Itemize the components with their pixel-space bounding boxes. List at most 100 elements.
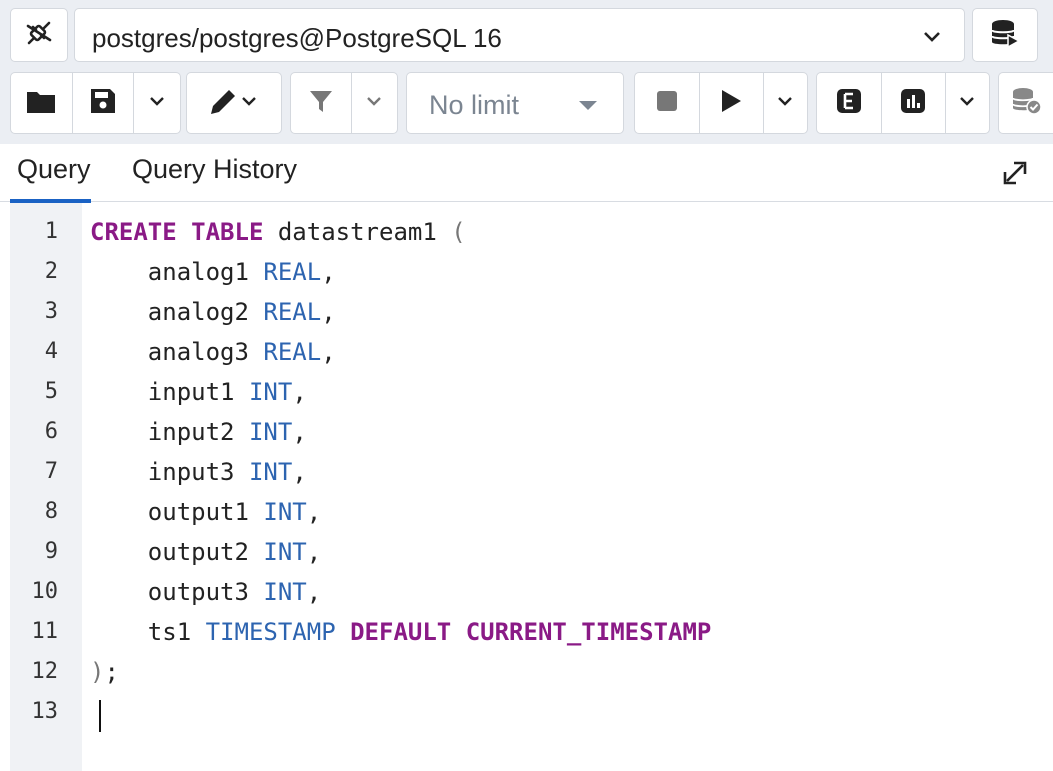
connection-plug-icon	[22, 16, 56, 55]
code-token: REAL	[263, 298, 322, 326]
save-icon	[90, 88, 116, 119]
line-number: 10	[31, 579, 59, 604]
row-limit-select[interactable]: No limit	[406, 72, 624, 134]
code-token: ,	[292, 378, 307, 406]
line-number: 7	[44, 459, 58, 484]
explain-button[interactable]	[817, 73, 883, 133]
code-token: analog2	[90, 298, 264, 326]
transaction-group	[998, 72, 1053, 134]
execute-button[interactable]	[700, 73, 764, 133]
pencil-icon	[207, 86, 261, 121]
database-server-icon	[988, 16, 1022, 55]
line-number: 6	[44, 419, 58, 444]
code-token: analog3	[90, 338, 264, 366]
code-token: INT	[263, 498, 307, 526]
tab-query[interactable]: Query	[10, 144, 91, 203]
code-token: ;	[104, 658, 119, 686]
explain-options-button[interactable]	[946, 73, 989, 133]
code-token: INT	[248, 378, 293, 406]
code-line[interactable]: input1 INT,	[90, 372, 307, 412]
stop-icon	[655, 89, 679, 118]
code-token: INT	[248, 418, 293, 446]
line-number: 4	[44, 339, 58, 364]
code-token: )	[90, 658, 105, 686]
code-token: ,	[292, 458, 307, 486]
code-line[interactable]: analog2 REAL,	[90, 292, 336, 332]
edit-button[interactable]	[187, 73, 281, 133]
filter-options-button[interactable]	[352, 73, 397, 133]
code-token: INT	[248, 458, 293, 486]
execute-group	[634, 72, 808, 134]
code-token: TIMESTAMP	[205, 618, 336, 646]
filter-group	[290, 72, 398, 134]
chevron-down-icon	[365, 92, 383, 115]
chevron-down-icon	[958, 92, 976, 115]
line-number: 13	[31, 699, 59, 724]
code-token: output1	[90, 498, 264, 526]
code-token: datastream1	[263, 218, 452, 246]
code-line[interactable]: output2 INT,	[90, 532, 321, 572]
execute-options-button[interactable]	[764, 73, 807, 133]
expand-icon[interactable]	[1000, 154, 1030, 193]
code-token: input2	[90, 418, 249, 446]
explain-analyze-button[interactable]	[882, 73, 946, 133]
code-token: (	[451, 218, 466, 246]
code-line[interactable]: ts1 TIMESTAMP DEFAULT CURRENT_TIMESTAMP	[90, 612, 712, 652]
code-token: ,	[292, 418, 307, 446]
line-number-gutter: 1 2 3 4 5 6 7 8 9 10 11 12 13	[10, 203, 82, 771]
code-line[interactable]: output1 INT,	[90, 492, 321, 532]
code-line[interactable]: );	[90, 652, 119, 692]
code-token: output2	[90, 538, 264, 566]
open-file-button[interactable]	[11, 73, 73, 133]
query-toolbar: No limit	[0, 64, 1053, 144]
code-token: ts1	[90, 618, 206, 646]
code-token: input3	[90, 458, 249, 486]
line-number: 8	[44, 499, 58, 524]
code-line[interactable]: input2 INT,	[90, 412, 307, 452]
code-line[interactable]: analog3 REAL,	[90, 332, 336, 372]
code-token: input1	[90, 378, 249, 406]
tab-query-label: Query	[17, 154, 91, 184]
code-token: output3	[90, 578, 264, 606]
line-number: 2	[44, 259, 58, 284]
save-options-button[interactable]	[134, 73, 180, 133]
line-number: 11	[31, 619, 59, 644]
row-limit-value: No limit	[429, 90, 520, 120]
commit-button[interactable]	[999, 73, 1053, 133]
text-cursor	[99, 700, 101, 732]
stop-button[interactable]	[635, 73, 701, 133]
code-token: ,	[306, 498, 322, 526]
line-number: 12	[31, 659, 59, 684]
tab-query-history[interactable]: Query History	[132, 154, 297, 185]
connection-bar: postgres/postgres@PostgreSQL 16	[0, 0, 1053, 64]
code-line[interactable]: input3 INT,	[90, 452, 307, 492]
connection-select[interactable]: postgres/postgres@PostgreSQL 16	[74, 8, 965, 62]
line-number: 5	[44, 379, 58, 404]
code-token: TABLE	[191, 218, 264, 246]
code-token: ,	[321, 298, 336, 326]
code-token: REAL	[263, 338, 322, 366]
sql-editor[interactable]: 1 2 3 4 5 6 7 8 9 10 11 12 13 CREATE TAB…	[10, 203, 1053, 771]
editor-tabs: Query Query History	[0, 144, 1053, 203]
code-line[interactable]: CREATE TABLE datastream1 (	[90, 212, 466, 252]
connection-status-button[interactable]	[10, 8, 68, 62]
filter-button[interactable]	[291, 73, 352, 133]
code-token: ,	[321, 338, 336, 366]
code-token: REAL	[263, 258, 322, 286]
explain-group	[816, 72, 990, 134]
chevron-down-icon	[776, 92, 794, 115]
file-group	[10, 72, 181, 134]
code-line[interactable]: output3 INT,	[90, 572, 321, 612]
code-token: DEFAULT	[350, 618, 452, 646]
save-file-button[interactable]	[73, 73, 135, 133]
code-line[interactable]: analog1 REAL,	[90, 252, 336, 292]
line-number: 9	[44, 539, 58, 564]
server-button[interactable]	[972, 8, 1038, 62]
code-token: analog1	[90, 258, 264, 286]
explain-icon	[836, 88, 862, 119]
folder-icon	[26, 88, 56, 119]
connection-label: postgres/postgres@PostgreSQL 16	[92, 23, 502, 53]
code-token: ,	[306, 538, 322, 566]
